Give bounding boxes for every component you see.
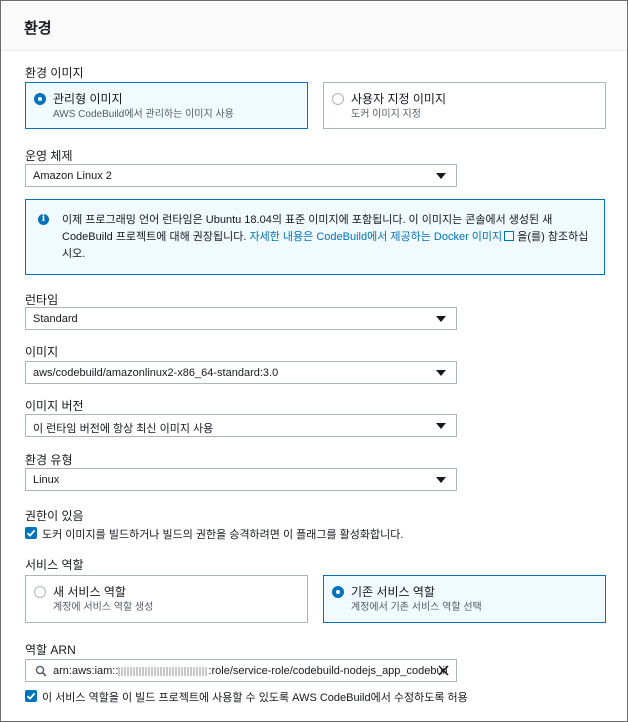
custom-image-radio[interactable]	[332, 93, 344, 105]
managed-image-option[interactable]: 관리형 이미지 AWS CodeBuild에서 관리하는 이미지 사용	[25, 82, 308, 129]
info-icon: i	[38, 214, 49, 225]
role-arn-suffix: :role/service-role/codebuild-nodejs_app_…	[208, 665, 448, 677]
new-service-role-option[interactable]: 새 서비스 역할 계정에 서비스 역할 생성	[25, 575, 308, 623]
runtime-label: 런타임	[25, 293, 59, 307]
check-icon	[26, 529, 36, 537]
privileged-checkbox-text: 도커 이미지를 빌드하거나 빌드의 권한을 승격하려면 이 플래그를 활성화합니…	[42, 529, 404, 541]
image-version-select[interactable]: 이 런타임 버전에 항상 최신 이미지 사용	[25, 414, 457, 437]
allow-edit-checkbox-text: 이 서비스 역할을 이 빌드 프로젝트에 사용할 수 있도록 AWS CodeB…	[42, 692, 468, 704]
check-icon	[26, 692, 36, 700]
privileged-checkbox[interactable]	[25, 527, 37, 539]
redacted-account-id	[118, 666, 209, 676]
image-version-select-value: 이 런타임 버전에 항상 최신 이미지 사용	[33, 423, 214, 435]
caret-down-icon	[436, 423, 446, 429]
image-select[interactable]: aws/codebuild/amazonlinux2-x86_64-standa…	[25, 361, 457, 384]
section-title: 환경	[24, 20, 52, 37]
env-type-label: 환경 유형	[25, 453, 73, 467]
image-select-value: aws/codebuild/amazonlinux2-x86_64-standa…	[33, 367, 279, 379]
runtime-select-value: Standard	[33, 313, 78, 325]
role-arn-input[interactable]: arn:aws:iam:::role/service-role/codebuil…	[25, 659, 457, 682]
new-service-role-desc: 계정에 서비스 역할 생성	[53, 602, 154, 613]
image-label: 이미지	[25, 345, 59, 359]
caret-down-icon	[436, 316, 446, 322]
custom-image-option[interactable]: 사용자 지정 이미지 도커 이미지 지정	[323, 82, 606, 129]
caret-down-icon	[436, 477, 446, 483]
os-label: 운영 체제	[25, 149, 73, 163]
os-select[interactable]: Amazon Linux 2	[25, 164, 457, 187]
info-alert: i 이제 프로그래밍 언어 런타임은 Ubuntu 18.04의 표준 이미지에…	[25, 199, 605, 275]
clear-icon[interactable]	[437, 664, 450, 677]
allow-edit-checkbox[interactable]	[25, 690, 37, 702]
os-select-value: Amazon Linux 2	[33, 170, 112, 182]
privileged-label: 권한이 있음	[25, 509, 84, 523]
managed-image-radio[interactable]	[34, 93, 46, 105]
new-service-role-radio[interactable]	[34, 586, 46, 598]
runtime-select[interactable]: Standard	[25, 307, 457, 330]
env-type-select[interactable]: Linux	[25, 468, 457, 491]
search-icon	[35, 665, 47, 677]
managed-image-desc: AWS CodeBuild에서 관리하는 이미지 사용	[53, 109, 234, 120]
custom-image-desc: 도커 이미지 지정	[351, 109, 421, 120]
role-arn-label: 역할 ARN	[25, 643, 76, 657]
env-type-select-value: Linux	[33, 474, 60, 486]
environment-image-label: 환경 이미지	[25, 66, 84, 80]
info-text: 이제 프로그래밍 언어 런타임은 Ubuntu 18.04의 표준 이미지에 포…	[62, 212, 598, 263]
section-header: 환경	[2, 2, 626, 51]
existing-service-role-option[interactable]: 기존 서비스 역할 계정에서 기존 서비스 역할 선택	[323, 575, 606, 623]
role-arn-value: arn:aws:iam:::role/service-role/codebuil…	[53, 665, 448, 677]
service-role-label: 서비스 역할	[25, 558, 84, 572]
environment-panel: 환경 환경 이미지 관리형 이미지 AWS CodeBuild에서 관리하는 이…	[0, 0, 628, 722]
existing-service-role-desc: 계정에서 기존 서비스 역할 선택	[351, 602, 482, 613]
docker-images-link[interactable]: 자세한 내용은 CodeBuild에서 제공하는 Docker 이미지	[249, 231, 502, 243]
role-arn-prefix: arn:aws:iam::	[53, 665, 119, 677]
image-version-label: 이미지 버전	[25, 399, 84, 413]
caret-down-icon	[436, 173, 446, 179]
caret-down-icon	[436, 370, 446, 376]
existing-service-role-radio[interactable]	[332, 586, 344, 598]
external-link-icon	[504, 231, 515, 241]
